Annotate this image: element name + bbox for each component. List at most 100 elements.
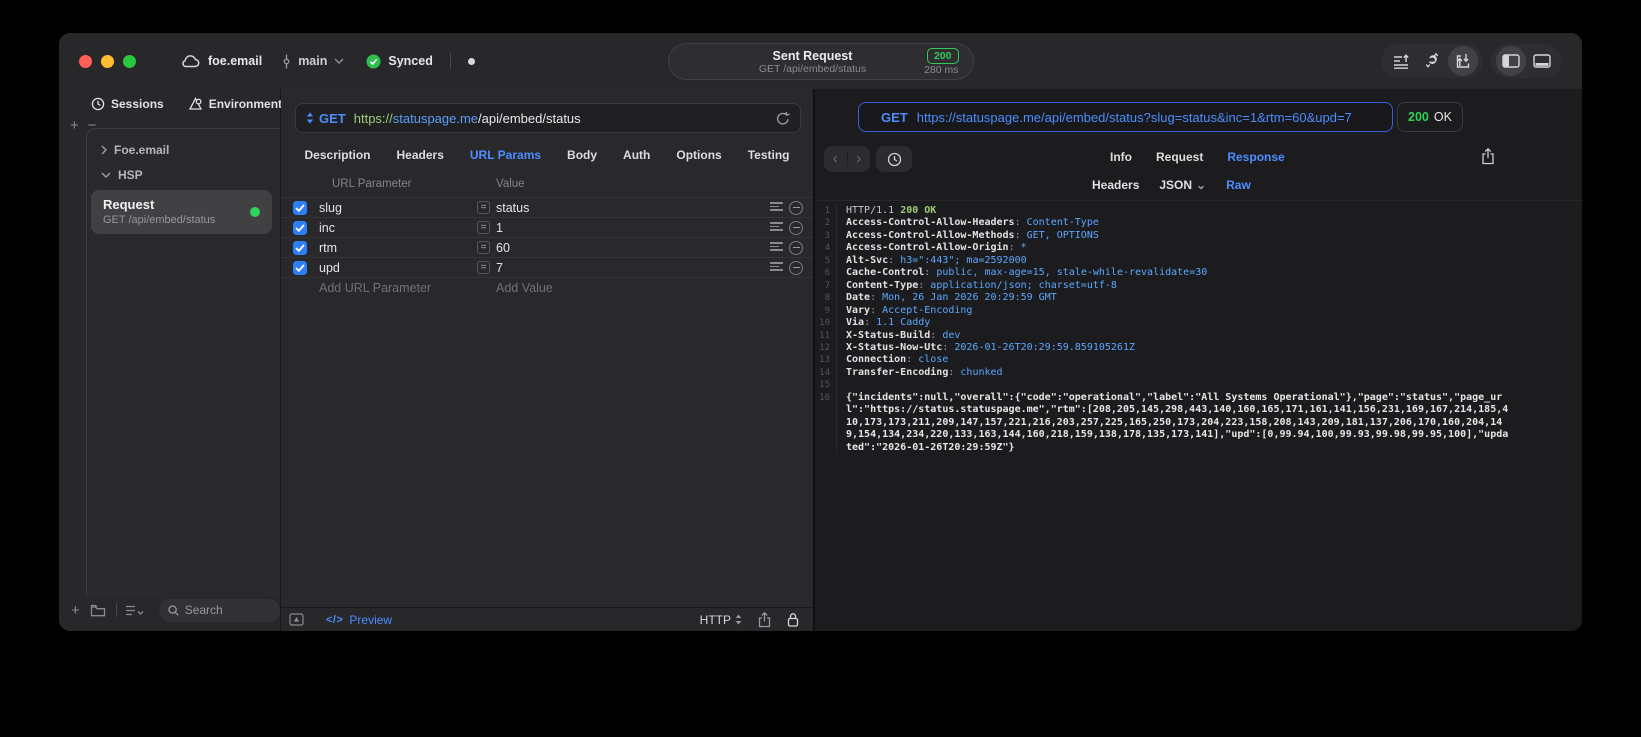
- protocol-selector[interactable]: HTTP: [700, 613, 742, 627]
- request-editor-panel: GET https://statuspage.me/api/embed/stat…: [281, 89, 815, 631]
- tab-headers[interactable]: Headers: [397, 148, 444, 162]
- close-window-button[interactable]: [79, 54, 92, 68]
- param-value[interactable]: status: [496, 201, 529, 215]
- minimize-window-button[interactable]: [101, 54, 114, 68]
- param-name[interactable]: slug: [319, 201, 342, 215]
- remove-param-icon[interactable]: [789, 240, 803, 255]
- tab-response[interactable]: Response: [1227, 150, 1284, 164]
- line-number: 2: [815, 217, 837, 230]
- format-options-icon[interactable]: [770, 242, 783, 253]
- toggle-bottom-panel-icon[interactable]: [1527, 46, 1557, 76]
- param-value[interactable]: 1: [496, 221, 503, 235]
- branch-name[interactable]: main: [298, 54, 327, 68]
- sent-request-url-box[interactable]: GET https://statuspage.me/api/embed/stat…: [858, 102, 1393, 132]
- sync-status[interactable]: Synced: [388, 54, 432, 68]
- tab-description[interactable]: Description: [305, 148, 371, 162]
- add-param-row[interactable]: Add URL Parameter Add Value: [281, 277, 813, 297]
- tree-item-foe-email[interactable]: Foe.email: [87, 137, 280, 162]
- request-title: Sent Request: [772, 48, 853, 63]
- search-placeholder: Search: [184, 603, 223, 617]
- protocol-label: HTTP: [699, 612, 731, 627]
- add-request-button[interactable]: +: [71, 602, 80, 619]
- param-value[interactable]: 60: [496, 241, 510, 255]
- tab-testing[interactable]: Testing: [748, 148, 790, 162]
- subtab-raw[interactable]: Raw: [1226, 178, 1251, 192]
- param-value[interactable]: 7: [496, 261, 503, 275]
- tab-auth[interactable]: Auth: [623, 148, 650, 162]
- forward-button[interactable]: ›: [848, 147, 871, 171]
- sort-options-icon[interactable]: [125, 605, 145, 616]
- resend-request-icon[interactable]: [776, 111, 790, 126]
- request-item-subtitle: GET /api/embed/status: [103, 214, 216, 226]
- remove-param-icon[interactable]: [789, 200, 803, 215]
- sent-url: https://statuspage.me/api/embed/status?s…: [916, 109, 1352, 125]
- history-clock-icon: [887, 152, 901, 166]
- method-selector-icon[interactable]: [306, 112, 314, 124]
- tab-request[interactable]: Request: [1156, 150, 1203, 164]
- history-button[interactable]: [876, 146, 912, 172]
- subtab-json[interactable]: JSON ⌄: [1159, 178, 1206, 192]
- tab-options[interactable]: Options: [676, 148, 721, 162]
- param-row[interactable]: inc = 1: [281, 217, 813, 237]
- add-param-name-placeholder[interactable]: Add URL Parameter: [319, 281, 431, 295]
- param-name[interactable]: upd: [319, 261, 340, 275]
- chevron-down-icon[interactable]: [334, 58, 344, 64]
- add-session-button[interactable]: +: [70, 117, 79, 134]
- blank-line: 15: [815, 379, 1582, 392]
- add-param-value-placeholder[interactable]: Add Value: [496, 281, 553, 295]
- response-tabs: Info Request Response: [1110, 150, 1285, 164]
- tree-item-hsp[interactable]: HSP: [87, 162, 280, 187]
- remove-param-icon[interactable]: [789, 220, 803, 235]
- search-input[interactable]: Search: [158, 598, 280, 622]
- session-tree-panel: Foe.email HSP Request GET /api/embed/sta…: [86, 128, 280, 597]
- param-name[interactable]: rtm: [319, 241, 337, 255]
- sent-request-pill[interactable]: Sent Request GET /api/embed/status 200 2…: [667, 43, 974, 80]
- param-checkbox[interactable]: [293, 220, 307, 235]
- response-header-line: 12 X-Status-Now-Utc: 2026-01-26T20:29:59.…: [815, 341, 1582, 355]
- format-options-icon[interactable]: [770, 202, 783, 213]
- param-checkbox[interactable]: [293, 240, 307, 255]
- back-button[interactable]: ‹: [824, 147, 847, 171]
- export-response-icon[interactable]: [1481, 148, 1495, 165]
- toggle-sidebar-icon[interactable]: [1496, 46, 1526, 76]
- response-header-line: 7 Content-Type: application/json; charset…: [815, 279, 1582, 293]
- status-badge: 200: [926, 48, 959, 64]
- param-row[interactable]: rtm = 60: [281, 237, 813, 257]
- format-options-icon[interactable]: [770, 222, 783, 233]
- preview-button[interactable]: </> Preview: [326, 613, 392, 627]
- sync-branches-icon[interactable]: [1417, 46, 1447, 76]
- share-request-icon[interactable]: [758, 611, 771, 628]
- collapse-panel-icon[interactable]: [289, 613, 304, 626]
- tab-info[interactable]: Info: [1110, 150, 1132, 164]
- status-line: 1 HTTP/1.1 200 OK: [815, 205, 1582, 218]
- line-number: 3: [815, 229, 837, 243]
- line-number: 13: [815, 354, 837, 367]
- tab-sessions[interactable]: Sessions: [91, 97, 164, 111]
- equals-icon: =: [477, 261, 490, 274]
- project-name[interactable]: foe.email: [208, 54, 262, 68]
- param-checkbox[interactable]: [293, 260, 307, 275]
- raw-response-view[interactable]: 1 HTTP/1.1 200 OK 2 Access-Control-Allow-He…: [815, 205, 1582, 631]
- zoom-window-button[interactable]: [123, 54, 136, 68]
- new-group-icon[interactable]: [90, 604, 106, 617]
- subtab-headers[interactable]: Headers: [1092, 178, 1139, 192]
- param-name[interactable]: inc: [319, 221, 335, 235]
- sidebar: Sessions Environments + − Foe.email HSP …: [59, 89, 289, 631]
- tab-url-params[interactable]: URL Params: [470, 148, 541, 162]
- tab-environments[interactable]: Environments: [188, 97, 289, 111]
- request-url-bar[interactable]: GET https://statuspage.me/api/embed/stat…: [295, 103, 801, 133]
- divider: [815, 200, 1582, 201]
- request-method[interactable]: GET: [319, 111, 346, 126]
- sidebar-request-item[interactable]: Request GET /api/embed/status: [91, 190, 272, 234]
- tab-body[interactable]: Body: [567, 148, 597, 162]
- import-export-icon[interactable]: [1448, 46, 1478, 76]
- param-checkbox[interactable]: [293, 200, 307, 215]
- param-row[interactable]: slug = status: [281, 197, 813, 217]
- cloud-icon: [180, 54, 201, 68]
- format-options-icon[interactable]: [770, 262, 783, 273]
- remove-param-icon[interactable]: [789, 260, 803, 275]
- lock-icon[interactable]: [787, 612, 799, 627]
- request-queue-icon[interactable]: [1386, 46, 1416, 76]
- param-row[interactable]: upd = 7: [281, 257, 813, 277]
- response-header-line: 8 Date: Mon, 26 Jan 2026 20:29:59 GMT: [815, 292, 1582, 305]
